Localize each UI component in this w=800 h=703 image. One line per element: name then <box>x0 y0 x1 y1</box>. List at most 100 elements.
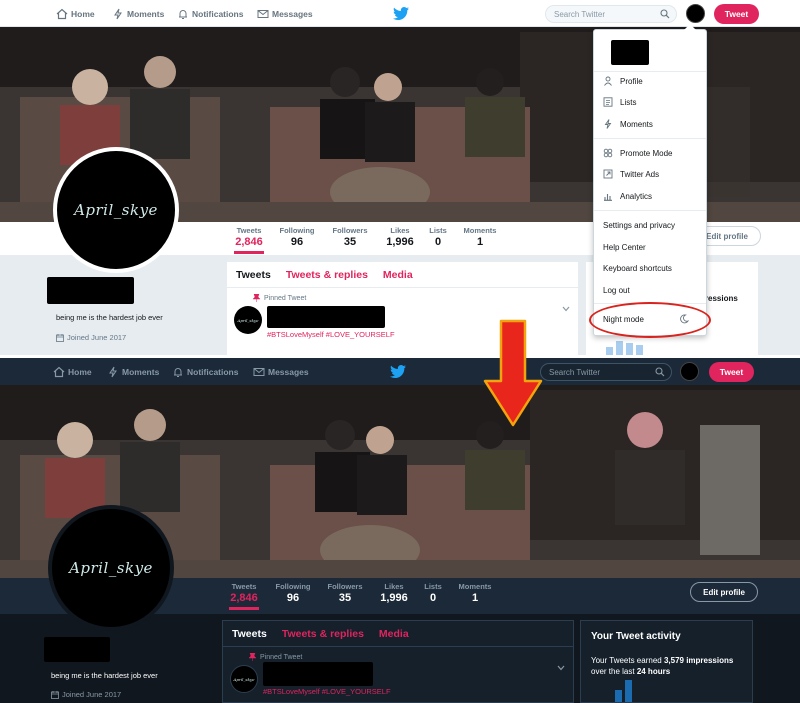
menu-item-label: Twitter Ads <box>620 169 660 179</box>
tab-tweets-replies[interactable]: Tweets & replies <box>286 269 368 281</box>
nav-messages-label: Messages <box>272 8 313 19</box>
chevron-down-icon[interactable] <box>557 665 565 671</box>
nav-notifications-label: Notifications <box>192 8 244 19</box>
search-input[interactable]: Search Twitter <box>540 363 672 381</box>
bolt-icon <box>604 119 612 129</box>
redacted-tweet-author <box>263 662 373 686</box>
tweet-avatar-text: April_skye <box>233 676 255 682</box>
menu-item-help-center[interactable]: Help Center <box>594 237 706 257</box>
menu-item-twitter-ads[interactable]: Twitter Ads <box>594 164 706 184</box>
stat-value: 1 <box>476 236 484 248</box>
stat-label: Likes <box>384 582 404 591</box>
stat-followers[interactable]: Followers 35 <box>327 582 363 604</box>
profile-joined: Joined June 2017 <box>51 690 121 699</box>
menu-item-analytics[interactable]: Analytics <box>594 186 706 206</box>
stat-label: Following <box>275 582 311 591</box>
timeline-tabs: Tweets Tweets & replies Media <box>227 262 578 288</box>
stat-tweets[interactable]: Tweets 2,846 <box>229 582 259 610</box>
nav-home-label: Home <box>71 8 95 19</box>
activity-bar <box>625 680 632 702</box>
chevron-down-icon[interactable] <box>562 306 570 312</box>
tab-tweets[interactable]: Tweets <box>236 269 271 281</box>
menu-item-promote-mode[interactable]: Promote Mode <box>594 143 706 163</box>
menu-item-profile[interactable]: Profile <box>594 71 706 91</box>
nav-moments[interactable]: Moments <box>112 0 164 27</box>
stat-followers[interactable]: Followers 35 <box>332 226 368 248</box>
nav-home[interactable]: Home <box>56 0 95 27</box>
nav-notifications[interactable]: Notifications <box>172 358 238 385</box>
pinned-text: Pinned Tweet <box>264 294 307 302</box>
menu-item-label: Promote Mode <box>620 148 673 158</box>
joined-text: Joined June 2017 <box>67 333 127 342</box>
stat-value: 96 <box>286 592 300 604</box>
activity-bars <box>615 672 635 702</box>
menu-item-label: Moments <box>620 119 653 129</box>
nav-home[interactable]: Home <box>53 358 92 385</box>
nav-messages[interactable]: Messages <box>253 358 309 385</box>
nav-notifications[interactable]: Notifications <box>177 0 243 27</box>
account-avatar-button[interactable] <box>680 362 699 381</box>
stat-moments[interactable]: Moments 1 <box>457 582 493 604</box>
envelope-icon <box>257 9 269 18</box>
menu-item-label: Profile <box>620 76 643 86</box>
tweet-hashtags[interactable]: #BTSLoveMyself #LOVE_YOURSELF <box>267 330 395 339</box>
stat-following[interactable]: Following 96 <box>279 226 315 248</box>
tab-media[interactable]: Media <box>379 628 409 640</box>
tab-tweets-replies[interactable]: Tweets & replies <box>282 628 364 640</box>
menu-item-settings[interactable]: Settings and privacy <box>594 215 706 235</box>
stat-tweets[interactable]: Tweets 2,846 <box>234 226 264 254</box>
tweet-avatar[interactable]: April_skye <box>230 665 258 693</box>
profile-avatar[interactable]: April_skye <box>48 505 174 631</box>
profile-avatar[interactable]: April_skye <box>53 147 179 273</box>
nav-moments-label: Moments <box>127 8 165 19</box>
bell-icon <box>174 367 182 377</box>
search-icon[interactable] <box>660 9 670 19</box>
external-arrow-icon <box>603 169 613 179</box>
stat-following[interactable]: Following 96 <box>275 582 311 604</box>
nav-moments-label: Moments <box>122 366 160 377</box>
activity-bar <box>616 341 623 355</box>
stat-label: Moments <box>463 226 497 235</box>
redacted-name <box>44 637 110 662</box>
twitter-bird-icon[interactable] <box>393 7 409 20</box>
tweet-hashtags[interactable]: #BTSLoveMyself #LOVE_YOURSELF <box>263 687 391 696</box>
nav-notifications-label: Notifications <box>187 366 239 377</box>
search-input[interactable]: Search Twitter <box>545 5 677 23</box>
tweet-button[interactable]: Tweet <box>709 362 754 382</box>
menu-item-moments[interactable]: Moments <box>594 114 706 134</box>
redacted-account-name <box>611 40 649 65</box>
menu-item-lists[interactable]: Lists <box>594 92 706 112</box>
activity-prefix: Your Tweets earned <box>591 656 662 665</box>
tweet-avatar-text: April_skye <box>237 317 259 323</box>
stat-lists[interactable]: Lists 0 <box>423 582 443 604</box>
red-arrow-annotation <box>483 319 543 427</box>
twitter-bird-icon[interactable] <box>390 365 406 378</box>
home-icon <box>56 8 68 19</box>
activity-bar <box>615 690 622 702</box>
menu-item-keyboard-shortcuts[interactable]: Keyboard shortcuts <box>594 258 706 278</box>
stat-moments[interactable]: Moments 1 <box>462 226 498 248</box>
stat-likes[interactable]: Likes 1,996 <box>379 582 409 604</box>
account-avatar-button[interactable] <box>686 4 705 23</box>
nav-moments[interactable]: Moments <box>107 358 159 385</box>
top-nav-bar: Home Moments Notifications Messages Sear… <box>0 358 800 385</box>
nav-messages[interactable]: Messages <box>257 0 313 27</box>
search-placeholder: Search Twitter <box>554 9 605 19</box>
edit-profile-button[interactable]: Edit profile <box>690 582 758 602</box>
tweet-button[interactable]: Tweet <box>714 4 759 24</box>
joined-text: Joined June 2017 <box>62 690 122 699</box>
person-icon <box>604 76 612 86</box>
stat-value: 0 <box>434 236 442 248</box>
stat-lists[interactable]: Lists 0 <box>428 226 448 248</box>
stat-value: 35 <box>343 236 357 248</box>
tab-media[interactable]: Media <box>383 269 413 281</box>
stat-value: 1,996 <box>380 592 408 604</box>
tweet-activity-card: Your Tweet activity Your Tweets earned 3… <box>580 620 753 703</box>
stat-label: Following <box>279 226 315 235</box>
nav-messages-label: Messages <box>268 366 309 377</box>
menu-item-log-out[interactable]: Log out <box>594 280 706 300</box>
tab-tweets[interactable]: Tweets <box>232 628 267 640</box>
tweet-avatar[interactable]: April_skye <box>234 306 262 334</box>
stat-likes[interactable]: Likes 1,996 <box>385 226 415 248</box>
search-icon[interactable] <box>655 367 665 377</box>
